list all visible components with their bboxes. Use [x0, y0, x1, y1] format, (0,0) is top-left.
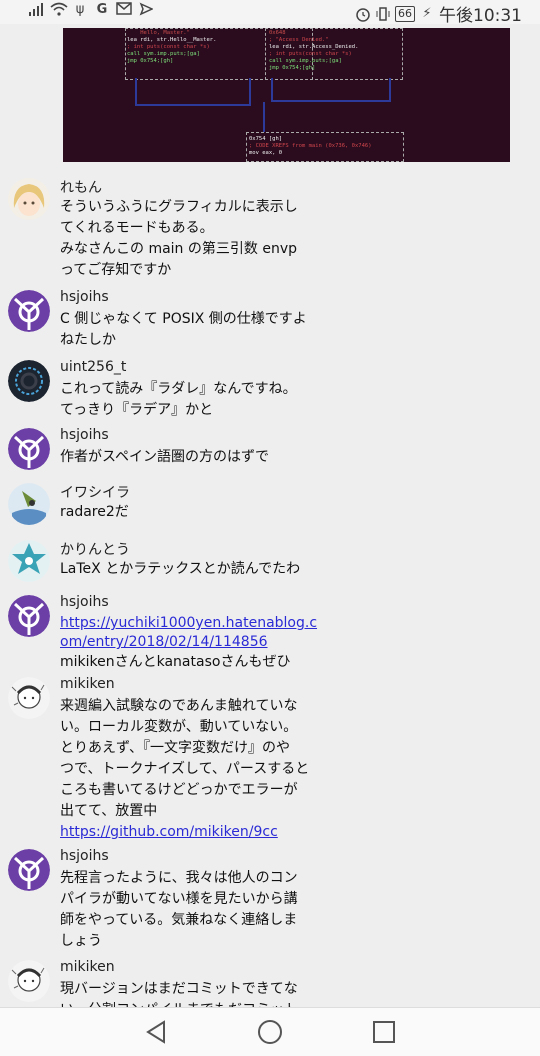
- message-line: ころも書いてるけどどっかでエラーが: [60, 782, 298, 798]
- message-body: 先程言ったように、我々は他人のコン パイラが動いてない様を見たいから講 師をやってい…: [60, 868, 320, 952]
- home-button[interactable]: [256, 1018, 284, 1046]
- message-line: い。ローカル変数が、動いていない。: [60, 719, 298, 735]
- terminal-line: ; int puts(const char *s): [269, 51, 352, 57]
- graph-edge: [263, 102, 265, 132]
- message-line: 現バージョンはまだコミットできてな: [60, 981, 298, 997]
- message-link[interactable]: https://github.com/mikiken/9cc: [60, 822, 320, 843]
- gmail-icon: [116, 2, 132, 18]
- message-line: 出てて、放置中: [60, 803, 158, 819]
- message-line: みなさんこの main の第三引数 envp: [60, 241, 297, 257]
- terminal-line: mov eax, 0: [249, 150, 283, 156]
- user-avatar[interactable]: [8, 849, 50, 891]
- graph-edge: [271, 78, 273, 102]
- user-avatar[interactable]: [8, 290, 50, 332]
- message-author[interactable]: hsjoihs: [60, 848, 109, 864]
- message-author[interactable]: イワシイラ: [60, 482, 130, 502]
- graph-node-left-text: Hello, Master." lea rdi, str.Hello__Maste…: [127, 30, 216, 65]
- message-author[interactable]: れもん: [60, 177, 102, 197]
- terminal-line: lea rdi, str.Hello__Master.: [127, 37, 217, 43]
- message-body: https://yuchiki1000yen.hatenablog.com/en…: [60, 614, 320, 673]
- terminal-line: lea rdi, str.Access_Denied.: [269, 44, 359, 50]
- navigation-bar: [0, 1007, 540, 1056]
- terminal-line: ; "Access Denied.": [269, 37, 329, 43]
- terminal-line: ; CODE XREFS from main (0x736, 0x746): [249, 143, 372, 149]
- user-avatar[interactable]: [8, 483, 50, 525]
- message-author[interactable]: かりんとう: [60, 539, 130, 559]
- message-line: 来週編入試験なのであんま触れていな: [60, 698, 298, 714]
- vibrate-icon: [375, 6, 391, 22]
- terminal-line: ; int puts(const char *s): [127, 44, 210, 50]
- message-line: mikikenさんとkanatasoさんもぜひ: [60, 654, 291, 670]
- message-link[interactable]: https://yuchiki1000yen.hatenablog.com/en…: [60, 614, 320, 652]
- message-line: そういうふうにグラフィカルに表示し: [60, 199, 298, 215]
- radare2-graph-image[interactable]: Hello, Master." lea rdi, str.Hello__Maste…: [63, 28, 510, 162]
- graph-node-right-text: 0x648; "Access Denied." lea rdi, str.Acce…: [269, 30, 358, 72]
- message-line: つで、トークナイズして、パースすると: [60, 761, 310, 777]
- message-line: これって読み『ラダレ』なんですね。: [60, 381, 297, 397]
- message-line: しょう: [60, 933, 102, 949]
- recents-button[interactable]: [370, 1018, 398, 1046]
- message-author[interactable]: mikiken: [60, 676, 115, 692]
- message-line: 作者がスペイン語圏の方のはずで: [60, 449, 270, 465]
- graph-edge: [135, 78, 137, 106]
- usb-icon: ψ: [75, 2, 85, 17]
- clock: 午後10:31: [439, 6, 522, 26]
- terminal-line: 0x648: [269, 30, 286, 36]
- message-body: これって読み『ラダレ』なんですね。 てっきり『ラデア』かと: [60, 379, 320, 421]
- message-line: パイラが動いてない様を見たいから講: [60, 891, 298, 907]
- terminal-line: jmp 0x754;[gh]: [127, 58, 174, 64]
- message-line: LaTeX とかラテックスとか読んでたわ: [60, 561, 301, 577]
- send-icon: [138, 2, 154, 18]
- user-avatar[interactable]: [8, 595, 50, 637]
- wifi-icon: [50, 2, 68, 18]
- message-body: 作者がスペイン語圏の方のはずで: [60, 447, 320, 468]
- message-author[interactable]: uint256_t: [60, 359, 126, 375]
- graph-edge: [249, 78, 251, 106]
- message-line: ねたしか: [60, 332, 116, 348]
- terminal-line: Hello, Master.": [127, 30, 190, 36]
- message-body: そういうふうにグラフィカルに表示し てくれるモードもある。みなさんこの main …: [60, 197, 320, 281]
- message-line: てっきり『ラデア』かと: [60, 402, 214, 418]
- message-author[interactable]: hsjoihs: [60, 427, 109, 443]
- terminal-line: 0x754 [gh]: [249, 136, 283, 142]
- message-line: 先程言ったように、我々は他人のコン: [60, 870, 298, 886]
- message-body: radare2だ: [60, 502, 320, 523]
- terminal-line: jmp 0x754;[gh]: [269, 65, 316, 71]
- status-bar: ψ G 66 ⚡ 午後10:31: [0, 0, 540, 26]
- graph-node-bottom-text: 0x754 [gh]; CODE XREFS from main (0x736,…: [249, 136, 372, 157]
- user-avatar[interactable]: [8, 540, 50, 582]
- message-line: 師をやっている。気兼ねなく連絡しま: [60, 912, 298, 928]
- message-line: radare2だ: [60, 504, 129, 520]
- message-author[interactable]: mikiken: [60, 959, 115, 975]
- charging-icon: ⚡: [422, 5, 432, 21]
- back-button[interactable]: [142, 1018, 170, 1046]
- terminal-line: call sym.imp.puts;[ga]: [269, 58, 342, 64]
- user-avatar[interactable]: [8, 677, 50, 719]
- alarm-icon: [355, 6, 371, 22]
- battery-indicator: 66: [395, 5, 415, 22]
- signal-icon: [28, 2, 44, 18]
- message-line: C 側じゃなくて POSIX 側の仕様ですよ: [60, 311, 307, 327]
- home-icon: [258, 1020, 282, 1044]
- user-avatar[interactable]: [8, 360, 50, 402]
- terminal-line: call sym.imp.puts;[ga]: [127, 51, 200, 57]
- google-icon: G: [96, 2, 108, 17]
- back-icon: [146, 1020, 165, 1044]
- message-line: ってご存知ですか: [60, 262, 172, 278]
- message-body: LaTeX とかラテックスとか読んでたわ: [60, 559, 320, 580]
- user-avatar[interactable]: [8, 428, 50, 470]
- graph-edge: [135, 104, 250, 106]
- message-line: とりあえず、『一文字変数だけ』のや: [60, 740, 291, 756]
- user-avatar[interactable]: [8, 178, 50, 220]
- user-avatar[interactable]: [8, 960, 50, 1002]
- graph-edge: [271, 100, 391, 102]
- message-body: 来週編入試験なのであんま触れていな い。ローカル変数が、動いていない。 とりあえず、…: [60, 696, 320, 843]
- message-line: てくれるモードもある。: [60, 220, 214, 236]
- message-body: C 側じゃなくて POSIX 側の仕様ですよ ねたしか: [60, 309, 320, 351]
- recents-icon: [373, 1021, 395, 1043]
- message-author[interactable]: hsjoihs: [60, 289, 109, 305]
- graph-edge: [389, 78, 391, 102]
- message-author[interactable]: hsjoihs: [60, 594, 109, 610]
